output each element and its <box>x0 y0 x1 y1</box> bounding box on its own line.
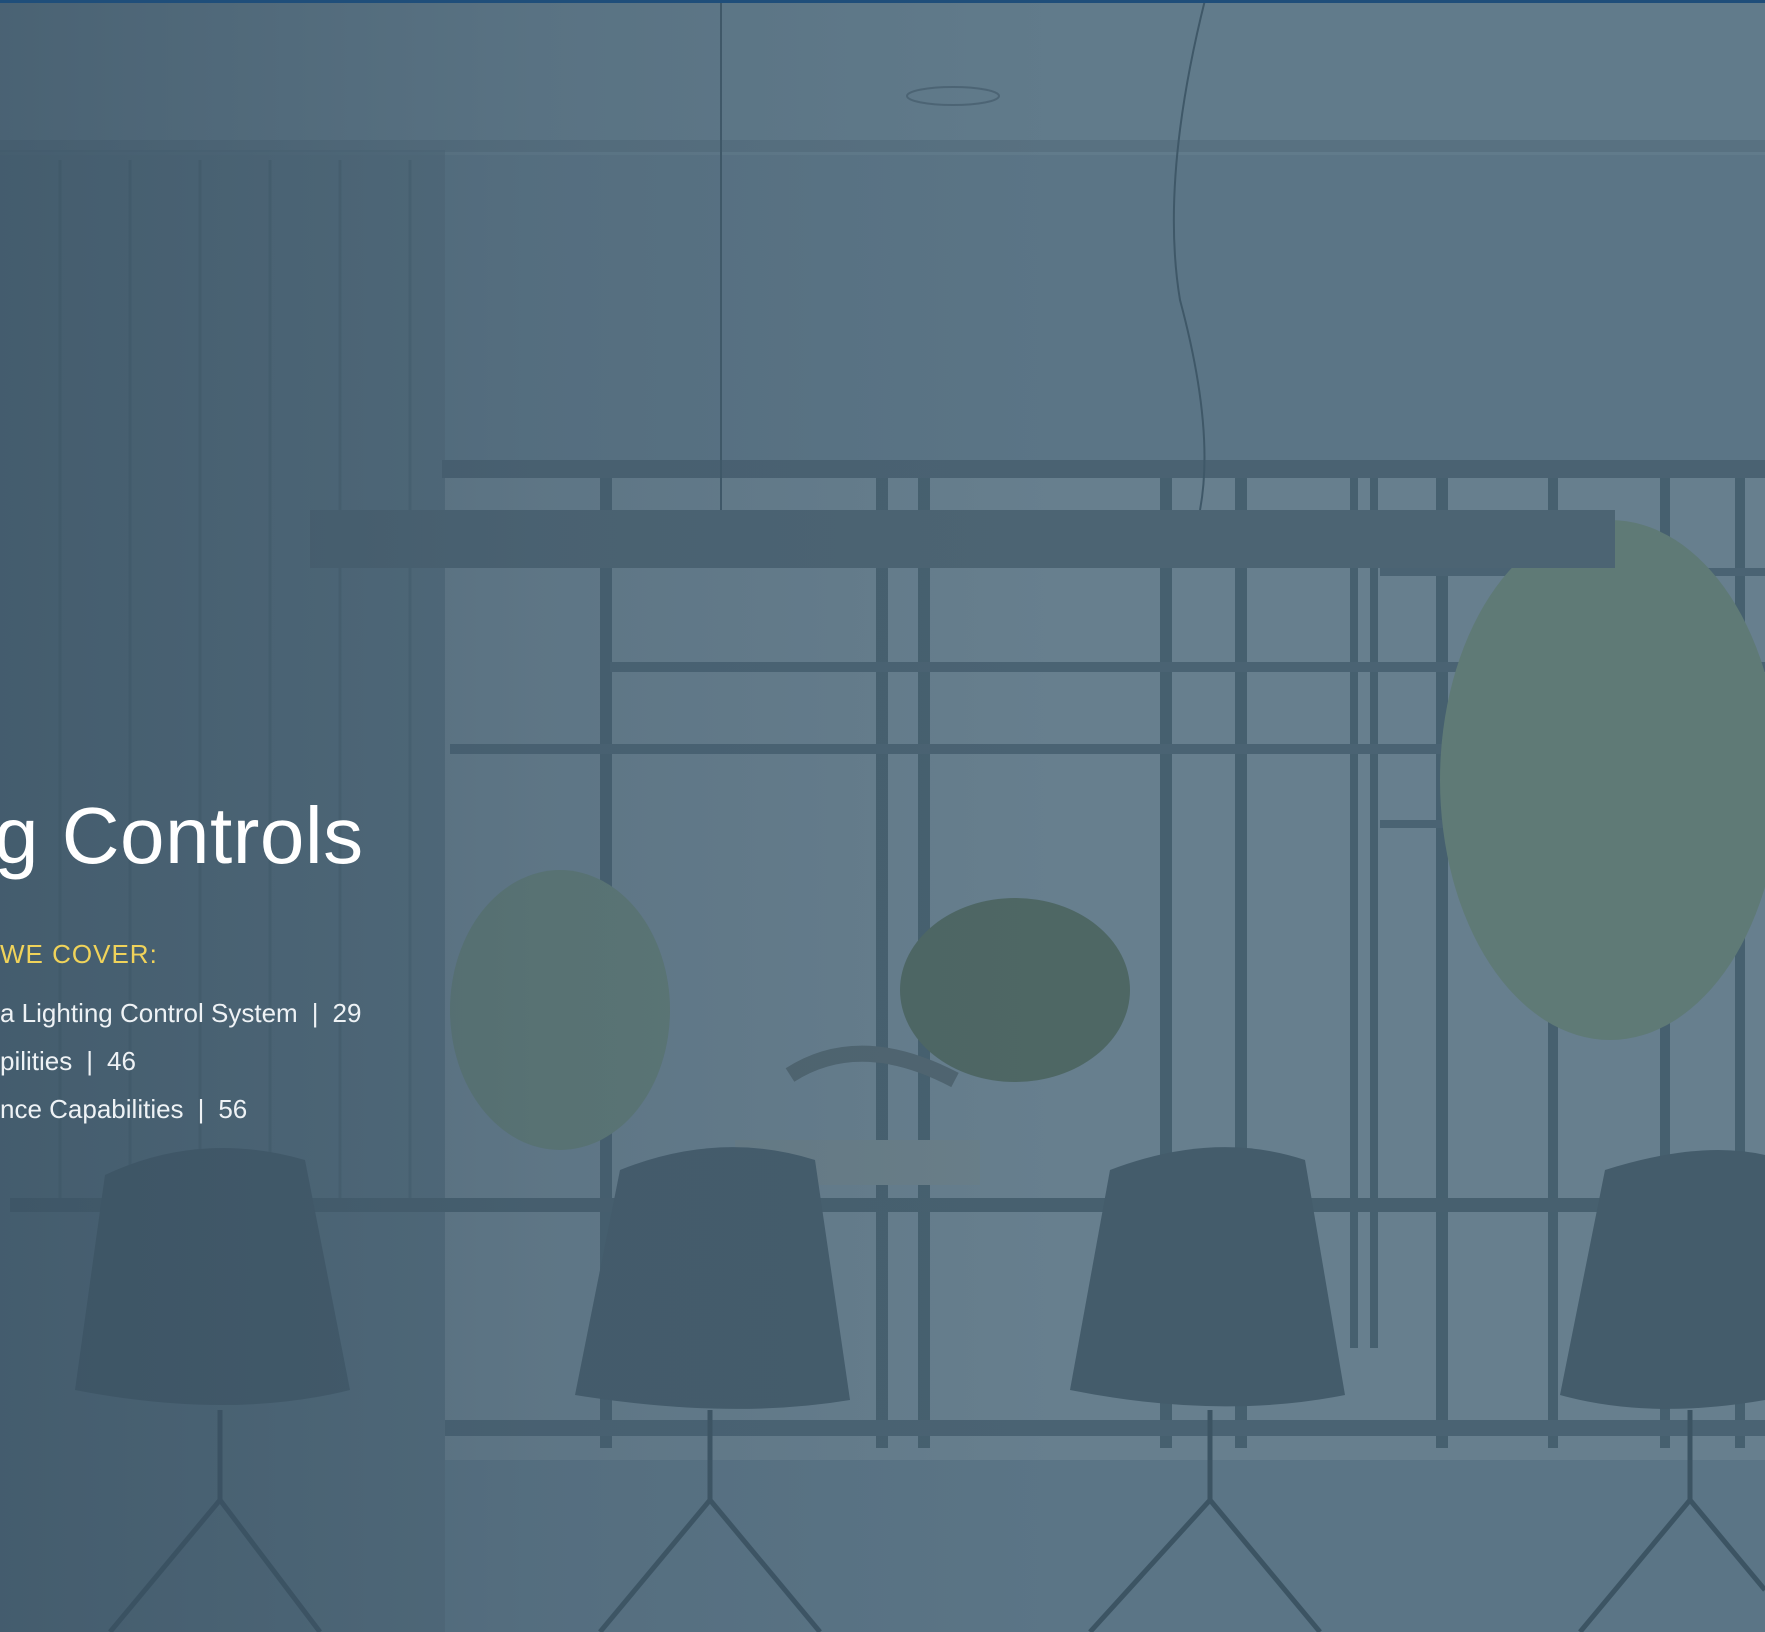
topic-page-number: 46 <box>107 1046 136 1076</box>
topic-separator: | <box>197 1094 205 1124</box>
topics-list: a Lighting Control System | 29 pilities | 46… <box>0 998 361 1142</box>
topic-item[interactable]: nce Capabilities | 56 <box>0 1094 361 1142</box>
topic-label: pilities <box>0 1046 73 1076</box>
topic-label: nce Capabilities <box>0 1094 184 1124</box>
topic-item[interactable]: a Lighting Control System | 29 <box>0 998 361 1046</box>
topic-separator: | <box>86 1046 94 1076</box>
topic-item[interactable]: pilities | 46 <box>0 1046 361 1094</box>
topic-page-number: 56 <box>218 1094 248 1124</box>
section-title: g Controls <box>0 791 364 880</box>
topic-label: a Lighting Control System <box>0 998 298 1028</box>
topic-separator: | <box>311 998 319 1028</box>
what-we-cover-heading: WE COVER: <box>0 939 158 969</box>
topic-page-number: 29 <box>332 998 362 1028</box>
top-rule <box>0 0 1765 3</box>
